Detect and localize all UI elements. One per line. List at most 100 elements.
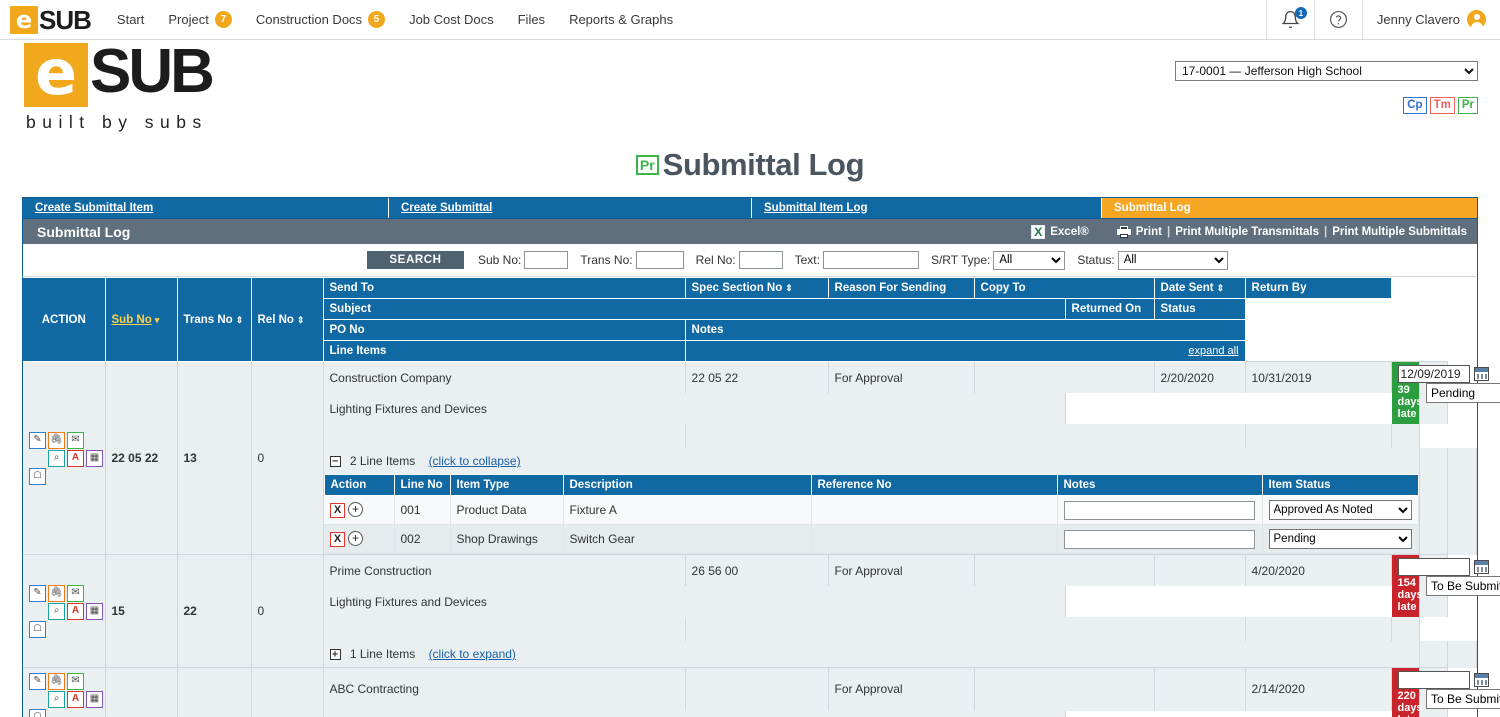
action-cell: ✎ 🖇 ✉ ⌕ A ▦ ☖ [23, 667, 106, 717]
expand-all-link[interactable]: expand all [1188, 345, 1238, 357]
user-menu[interactable]: Jenny Clavero [1361, 0, 1500, 39]
tab-create-submittal-item[interactable]: Create Submittal Item [23, 198, 389, 218]
tab-submittal-log[interactable]: Submittal Log [1102, 198, 1477, 218]
header-line-items: Line Items [322, 340, 686, 362]
section-title: Submittal Log [37, 223, 131, 240]
nav-item-project[interactable]: Project 7 [156, 0, 243, 39]
help-circle-icon [1329, 10, 1347, 29]
action-cell: ✎ 🖇 ✉ ⌕ A ▦ ☖ [23, 361, 106, 555]
line-item-status-select[interactable]: Pending [1268, 529, 1412, 549]
cell-rel-no: 0 [251, 554, 324, 668]
header-spec-section-no[interactable]: Spec Section No ⇕ [684, 277, 829, 299]
cell-rel-no [251, 667, 324, 717]
delete-line-icon[interactable]: X [330, 503, 345, 519]
pdf-icon[interactable]: A [67, 690, 84, 708]
delete-line-icon[interactable]: X [330, 532, 345, 548]
header-sub-no[interactable]: Sub No ▾ [104, 277, 178, 362]
nav-item-job-cost-docs[interactable]: Job Cost Docs [397, 0, 506, 39]
tag-pr[interactable]: Pr [1457, 97, 1478, 114]
status-select[interactable]: To Be Submitted [1426, 576, 1500, 596]
text-input[interactable] [822, 251, 919, 269]
attachment-icon[interactable]: 🖇 [48, 431, 65, 449]
header-rel-no[interactable]: Rel No ⇕ [250, 277, 324, 362]
add-line-icon[interactable]: + [348, 501, 363, 517]
returned-on-date-input[interactable] [1397, 558, 1470, 576]
field-trans-no: Trans No: [580, 251, 684, 269]
status-select[interactable]: Pending [1426, 383, 1500, 403]
cell-returned-on-filler [1419, 641, 1449, 668]
line-item-notes-input[interactable] [1063, 529, 1255, 549]
search-icon[interactable]: ⌕ [48, 449, 65, 467]
row-primary-line: ✎ 🖇 ✉ ⌕ A ▦ ☖ 15 22 0 Prime Construction… [23, 554, 1500, 668]
status-filter-select[interactable]: All [1117, 250, 1228, 270]
tab-label: Submittal Item Log [764, 202, 868, 214]
header-expand-all-cell: expand all [684, 340, 1246, 362]
search-button[interactable]: SEARCH [367, 251, 464, 269]
notifications-button[interactable]: 1 [1265, 0, 1314, 39]
add-line-icon[interactable]: + [348, 530, 363, 546]
export-excel-button[interactable]: X Excel® [1031, 224, 1089, 239]
tab-submittal-item-log[interactable]: Submittal Item Log [752, 198, 1102, 218]
nav-item-files[interactable]: Files [506, 0, 557, 39]
print-multiple-submittals-button[interactable]: Print Multiple Submittals [1332, 226, 1467, 238]
nav-item-reports-graphs[interactable]: Reports & Graphs [557, 0, 685, 39]
print-multiple-transmittals-button[interactable]: Print Multiple Transmittals [1175, 226, 1319, 238]
nav-item-start[interactable]: Start [105, 0, 156, 39]
line-items-toggle-link[interactable]: (click to expand) [429, 647, 516, 661]
contact-icon[interactable]: ☖ [29, 708, 46, 717]
cell-status-filler [1447, 641, 1477, 668]
tag-cp[interactable]: Cp [1403, 97, 1427, 114]
calendar-picker-icon[interactable] [1473, 367, 1489, 381]
trans-no-input[interactable] [635, 251, 684, 269]
email-icon[interactable]: ✉ [67, 672, 84, 690]
esub-logo-small[interactable]: e SUB [0, 0, 105, 39]
pdf-icon[interactable]: A [67, 449, 84, 467]
collapse-toggle-icon[interactable]: − [329, 456, 341, 468]
line-items-toggle-link[interactable]: (click to collapse) [429, 454, 521, 468]
line-item-line-no: 002 [394, 524, 451, 554]
toolbar-divider: | [1166, 225, 1171, 238]
status-select[interactable]: To Be Submitted [1426, 689, 1500, 709]
returned-on-date-input[interactable] [1397, 671, 1470, 689]
calendar-picker-icon[interactable] [1473, 673, 1489, 687]
calendar-icon[interactable]: ▦ [86, 690, 103, 708]
header-returned-on: Returned On [1064, 298, 1155, 320]
tab-label: Create Submittal [401, 202, 493, 214]
line-item-line-no: 001 [394, 495, 451, 525]
rel-no-input[interactable] [738, 251, 783, 269]
edit-icon[interactable]: ✎ [29, 431, 46, 449]
edit-icon[interactable]: ✎ [29, 672, 46, 690]
tag-tm[interactable]: Tm [1429, 97, 1455, 114]
returned-on-date-input[interactable] [1397, 365, 1470, 383]
nav-item-construction-docs[interactable]: Construction Docs 5 [244, 0, 397, 39]
line-item-notes-input[interactable] [1063, 500, 1255, 520]
line-item-status-select[interactable]: Approved As Noted [1268, 500, 1412, 520]
search-icon[interactable]: ⌕ [48, 690, 65, 708]
attachment-icon[interactable]: 🖇 [48, 584, 65, 602]
tab-create-submittal[interactable]: Create Submittal [389, 198, 752, 218]
cell-date-sent [1154, 554, 1246, 587]
header-date-sent[interactable]: Date Sent ⇕ [1153, 277, 1246, 299]
pdf-icon[interactable]: A [67, 602, 84, 620]
attachment-icon[interactable]: 🖇 [48, 672, 65, 690]
edit-icon[interactable]: ✎ [29, 584, 46, 602]
cell-status-filler [1447, 448, 1477, 555]
project-select[interactable]: 17-0001 — Jefferson High School [1175, 61, 1478, 81]
email-icon[interactable]: ✉ [67, 431, 84, 449]
help-button[interactable] [1313, 0, 1362, 39]
tab-strip: Create Submittal Item Create Submittal S… [22, 197, 1478, 219]
contact-icon[interactable]: ☖ [29, 620, 46, 638]
sub-no-input[interactable] [524, 251, 569, 269]
expand-toggle-icon[interactable]: + [329, 649, 341, 661]
print-button[interactable]: Print [1116, 225, 1162, 238]
calendar-icon[interactable]: ▦ [86, 449, 103, 467]
calendar-icon[interactable]: ▦ [86, 602, 103, 620]
cell-send-to: Prime Construction [323, 554, 686, 587]
cell-spec-section-no [685, 666, 829, 711]
email-icon[interactable]: ✉ [67, 584, 84, 602]
contact-icon[interactable]: ☖ [29, 467, 46, 485]
header-trans-no[interactable]: Trans No ⇕ [176, 277, 252, 362]
srt-type-select[interactable]: All [993, 250, 1066, 270]
search-icon[interactable]: ⌕ [48, 602, 65, 620]
calendar-picker-icon[interactable] [1473, 560, 1489, 574]
